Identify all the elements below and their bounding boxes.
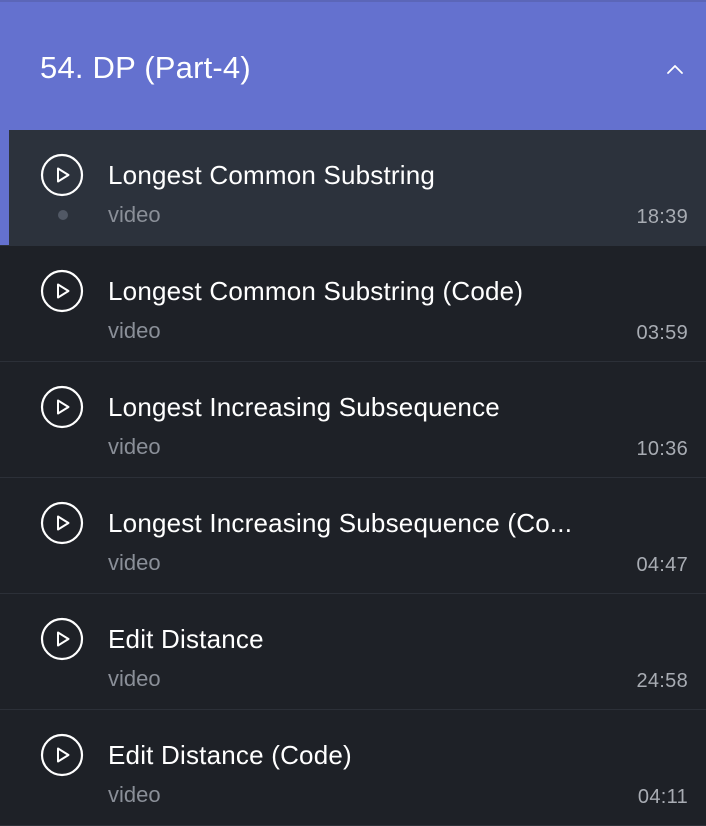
lesson-duration: 10:36 bbox=[636, 438, 688, 460]
lesson-type: video bbox=[108, 666, 161, 691]
play-circle-icon[interactable] bbox=[40, 269, 84, 313]
play-circle-icon[interactable] bbox=[40, 501, 84, 545]
lesson-item[interactable]: Edit Distance (Code) video 04:11 bbox=[0, 710, 706, 826]
lesson-item[interactable]: Longest Common Substring (Code) video 03… bbox=[0, 246, 706, 362]
lesson-item[interactable]: Edit Distance video 24:58 bbox=[0, 594, 706, 710]
play-circle-icon[interactable] bbox=[40, 385, 84, 429]
lesson-type: video bbox=[108, 434, 161, 459]
lesson-duration: 04:47 bbox=[636, 554, 688, 576]
active-indicator bbox=[0, 130, 9, 245]
lesson-title: Longest Increasing Subsequence bbox=[108, 392, 500, 422]
lesson-list: Longest Common Substring video 18:39 Lon… bbox=[0, 130, 706, 826]
lesson-item[interactable]: Longest Common Substring video 18:39 bbox=[0, 130, 706, 246]
play-circle-icon[interactable] bbox=[40, 153, 84, 197]
lesson-title: Longest Common Substring (Code) bbox=[108, 276, 524, 306]
lesson-type: video bbox=[108, 318, 161, 343]
course-section-panel: 54. DP (Part-4) Longest Common Substring… bbox=[0, 0, 706, 826]
play-circle-icon[interactable] bbox=[40, 617, 84, 661]
lesson-title: Edit Distance (Code) bbox=[108, 740, 352, 770]
lesson-type: video bbox=[108, 782, 161, 807]
play-circle-icon[interactable] bbox=[40, 733, 84, 777]
progress-dot bbox=[58, 210, 68, 220]
lesson-title: Longest Increasing Subsequence (Co... bbox=[108, 508, 573, 538]
lesson-duration: 18:39 bbox=[636, 206, 688, 228]
lesson-duration: 04:11 bbox=[637, 786, 688, 808]
section-title: 54. DP (Part-4) bbox=[40, 50, 251, 85]
lesson-item[interactable]: Longest Increasing Subsequence video 10:… bbox=[0, 362, 706, 478]
section-header[interactable]: 54. DP (Part-4) bbox=[0, 0, 706, 130]
lesson-title: Edit Distance bbox=[108, 624, 264, 654]
lesson-item[interactable]: Longest Increasing Subsequence (Co... vi… bbox=[0, 478, 706, 594]
lesson-duration: 24:58 bbox=[636, 670, 688, 692]
chevron-up-icon[interactable] bbox=[664, 58, 686, 80]
lesson-title: Longest Common Substring bbox=[108, 160, 436, 190]
lesson-duration: 03:59 bbox=[636, 322, 688, 344]
lesson-type: video bbox=[108, 202, 161, 227]
lesson-type: video bbox=[108, 550, 161, 575]
